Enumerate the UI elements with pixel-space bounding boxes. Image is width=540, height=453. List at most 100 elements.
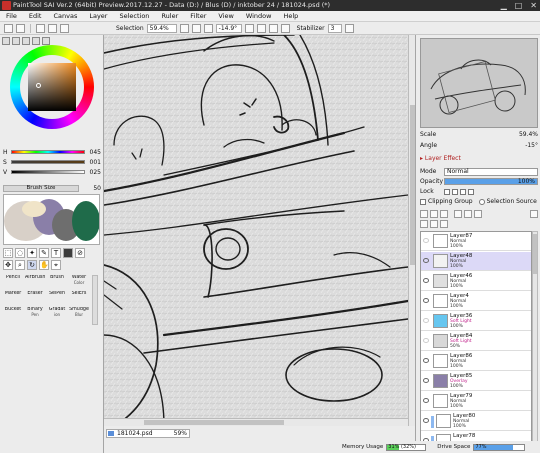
transparent-swatch-icon[interactable]: ⊘ (75, 248, 85, 258)
magic-wand-icon[interactable]: ✦ (27, 248, 37, 258)
flip-icon[interactable] (280, 23, 290, 33)
menu-filter[interactable]: Filter (184, 11, 212, 22)
show-selection-icon[interactable] (60, 23, 69, 33)
layer-row[interactable]: Layer79 Normal 100% (421, 392, 531, 411)
eye-icon[interactable] (423, 338, 429, 343)
layer-row[interactable]: Layer48 Normal 100% (421, 252, 531, 271)
menu-selection[interactable]: Selection (113, 11, 155, 22)
copy-layer-icon[interactable] (454, 210, 462, 218)
menu-layer[interactable]: Layer (83, 11, 113, 22)
lock-transparency-checkbox[interactable] (444, 188, 450, 195)
angle-value[interactable]: -15° (525, 142, 538, 150)
move-icon[interactable]: ✥ (3, 260, 13, 270)
eye-icon[interactable] (423, 418, 429, 423)
saturation-value-square[interactable] (28, 63, 76, 111)
select-rect-icon[interactable]: ⬚ (3, 248, 13, 258)
eyedropper-icon[interactable]: ✎ (39, 248, 49, 258)
layer-row[interactable]: Layer46 Normal 100% (421, 272, 531, 291)
layer-row[interactable]: Layer84 Soft Light 50% (421, 332, 531, 351)
eye-icon[interactable] (423, 318, 429, 323)
value-slider[interactable] (11, 170, 85, 174)
rotate-right-icon[interactable] (256, 23, 266, 33)
lock-move-checkbox[interactable] (460, 188, 466, 195)
blend-mode-select[interactable]: Normal (444, 167, 538, 176)
layer-row[interactable]: Layer36 Soft Light 100% (421, 312, 531, 331)
layer-effect-toggle[interactable]: ▸ Layer Effect (420, 155, 461, 162)
rotate-left-icon[interactable] (244, 23, 254, 33)
new-layer-icon[interactable] (420, 210, 428, 218)
document-tab[interactable]: 181024.psd 59% (106, 429, 190, 438)
layer-row[interactable]: Layer4 Normal 100% (421, 292, 531, 311)
eye-icon[interactable] (423, 238, 429, 243)
lock-paint-checkbox[interactable] (452, 188, 458, 195)
new-linework-layer-icon[interactable] (430, 210, 438, 218)
brush-tool-smudge[interactable]: Smudge Blur (69, 307, 89, 319)
menu-view[interactable]: View (212, 11, 239, 22)
close-button[interactable]: ✕ (530, 0, 537, 11)
brush-tool-selpen[interactable]: SelPen (47, 291, 67, 303)
layer-list-scrollbar[interactable] (532, 231, 538, 453)
clear-layer-icon[interactable] (474, 210, 482, 218)
navigator-preview[interactable] (420, 38, 538, 128)
invert-selection-icon[interactable] (48, 23, 57, 33)
menu-help[interactable]: Help (277, 11, 304, 22)
deselect-icon[interactable] (36, 23, 45, 33)
brush-tool-selers[interactable]: SelErs (69, 291, 89, 303)
rotation-field[interactable]: -14.9° (215, 23, 242, 33)
eye-icon[interactable] (423, 298, 429, 303)
mask-icon[interactable] (420, 220, 428, 228)
clipping-group-checkbox[interactable] (420, 198, 426, 205)
brush-tool-binary[interactable]: Binary Pen (25, 307, 45, 319)
zoom-in-icon[interactable] (179, 23, 189, 33)
eye-icon[interactable] (423, 258, 429, 263)
brush-tool-airbrush[interactable]: AirBrush (25, 275, 45, 287)
eye-icon[interactable] (423, 358, 429, 363)
saturation-slider[interactable] (11, 160, 85, 164)
menu-ruler[interactable]: Ruler (155, 11, 184, 22)
apply-mask-icon[interactable] (430, 220, 438, 228)
merge-down-icon[interactable] (464, 210, 472, 218)
color-wheel-tab-icon[interactable] (2, 37, 10, 45)
layer-row[interactable]: Layer80 Normal 100% (421, 412, 531, 431)
eye-icon[interactable] (423, 398, 429, 403)
brush-size-label[interactable]: Brush Size (3, 184, 79, 192)
brush-tool-pencil[interactable]: Pencil (3, 275, 23, 287)
drawing-canvas[interactable] (104, 35, 408, 426)
scratchpad[interactable] (3, 194, 100, 245)
opacity-slider[interactable]: 100% (444, 178, 538, 185)
maximize-button[interactable]: □ (515, 0, 523, 11)
brush-tool-water[interactable]: Water Color (69, 275, 89, 287)
hsv-slider-tab-icon[interactable] (22, 37, 30, 45)
hue-slider[interactable] (11, 150, 85, 154)
foreground-color-swatch[interactable] (63, 248, 73, 258)
minimize-button[interactable]: ▁ (501, 0, 507, 11)
eye-icon[interactable] (423, 378, 429, 383)
selection-source-radio[interactable] (478, 198, 485, 205)
lasso-icon[interactable]: ◌ (15, 248, 25, 258)
redo-icon[interactable] (16, 23, 25, 33)
menu-edit[interactable]: Edit (23, 11, 48, 22)
stabilizer-dropdown-icon[interactable] (344, 23, 354, 33)
trash-icon[interactable] (440, 220, 448, 228)
canvas-horizontal-scroll-thumb[interactable] (144, 420, 284, 425)
rgb-slider-tab-icon[interactable] (12, 37, 20, 45)
eyedropper-icon[interactable]: ⌖ (51, 260, 61, 270)
rotate-reset-icon[interactable] (268, 23, 278, 33)
brush-tool-bucket[interactable]: Bucket (3, 307, 23, 319)
zoom-field[interactable]: 59.4% (146, 23, 177, 33)
menu-canvas[interactable]: Canvas (47, 11, 83, 22)
brush-tool-marker[interactable]: Marker (3, 291, 23, 303)
swatches-tab-icon[interactable] (32, 37, 40, 45)
text-icon[interactable]: T (51, 248, 61, 258)
rotate-icon[interactable]: ↻ (27, 260, 37, 270)
brush-tool-brush[interactable]: Brush (47, 275, 67, 287)
zoom-out-icon[interactable] (191, 23, 201, 33)
canvas-horizontal-scrollbar[interactable] (104, 418, 408, 426)
new-folder-icon[interactable] (440, 210, 448, 218)
eye-icon[interactable] (423, 278, 429, 283)
color-picker-marker[interactable] (36, 83, 41, 88)
canvas-vertical-scrollbar[interactable] (408, 35, 415, 426)
layer-row[interactable]: Layer86 Normal 100% (421, 352, 531, 371)
brush-tool-eraser[interactable]: Eraser (25, 291, 45, 303)
layer-row[interactable]: Layer85 Overlay 100% (421, 372, 531, 391)
